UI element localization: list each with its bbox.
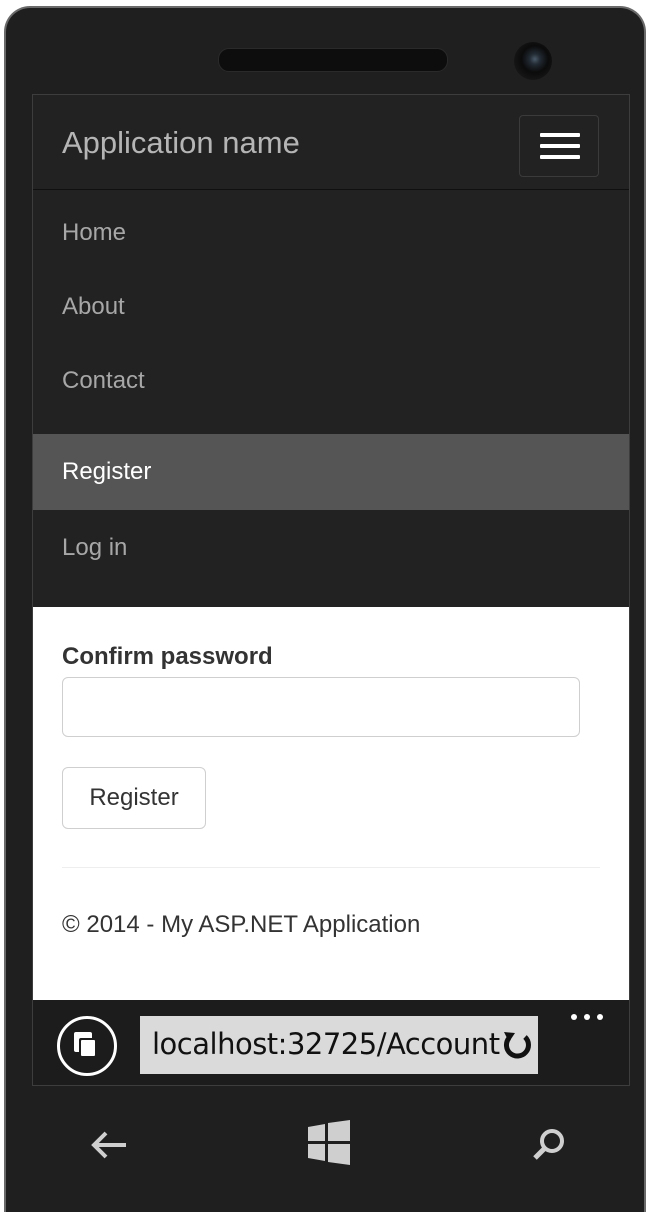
nav-item-about[interactable]: About <box>33 269 629 343</box>
menu-toggle-button[interactable] <box>519 115 599 177</box>
browser-address-bar: localhost:32725/Account <box>33 1000 629 1085</box>
navbar: Application name <box>33 95 629 190</box>
camera-icon <box>514 42 552 80</box>
url-text: localhost:32725/Account <box>152 1027 500 1061</box>
register-button[interactable]: Register <box>62 767 206 829</box>
phone-frame: Application name Home About Contact Regi… <box>4 6 646 1212</box>
url-field[interactable]: localhost:32725/Account <box>140 1016 538 1074</box>
refresh-button[interactable] <box>500 1028 534 1062</box>
nav-item-label: Home <box>62 219 127 246</box>
divider <box>62 867 600 868</box>
nav-item-contact[interactable]: Contact <box>33 343 629 417</box>
page-content: Confirm password Register © 2014 - My AS… <box>33 607 629 1000</box>
nav-item-label: Contact <box>62 367 145 394</box>
more-button[interactable] <box>567 1002 607 1032</box>
nav-item-login[interactable]: Log in <box>33 510 629 584</box>
footer-copyright: © 2014 - My ASP.NET Application <box>62 911 421 938</box>
nav-item-home[interactable]: Home <box>33 195 629 269</box>
brand-link[interactable]: Application name <box>62 125 300 161</box>
search-icon[interactable] <box>524 1120 574 1170</box>
nav-menu: Home About Contact Register Log in <box>33 190 629 607</box>
confirm-password-label: Confirm password <box>62 643 273 670</box>
back-arrow-icon[interactable] <box>86 1120 136 1170</box>
tabs-button[interactable] <box>57 1016 117 1076</box>
refresh-icon <box>503 1032 531 1059</box>
speaker-grille <box>218 48 448 72</box>
nav-item-label: Log in <box>62 534 128 561</box>
confirm-password-field[interactable] <box>62 677 580 737</box>
windows-start-icon[interactable] <box>304 1118 354 1168</box>
tabs-icon <box>74 1032 97 1058</box>
nav-item-label: About <box>62 293 125 320</box>
nav-item-register[interactable]: Register <box>33 434 629 510</box>
browser-screen: Application name Home About Contact Regi… <box>32 94 630 1086</box>
nav-item-label: Register <box>62 458 152 485</box>
